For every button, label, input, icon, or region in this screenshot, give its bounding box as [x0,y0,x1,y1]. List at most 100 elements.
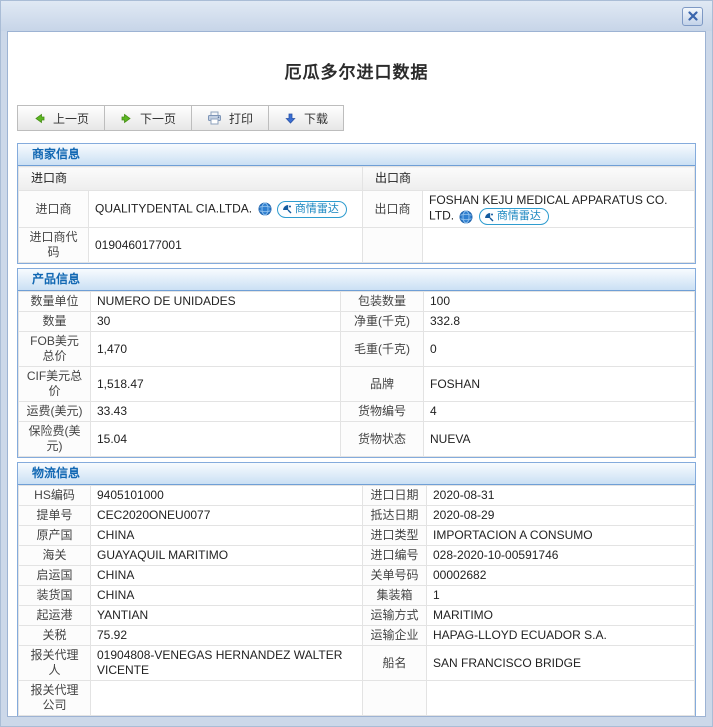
field-value: IMPORTACION A CONSUMO [426,525,695,546]
field-value: 1,470 [90,331,341,367]
field-value: MARITIMO [426,605,695,626]
table-row: 起运港 YANTIAN 运输方式 MARITIMO [18,605,695,626]
field-value: SAN FRANCISCO BRIDGE [426,645,695,681]
importer-name: QUALITYDENTAL CIA.LTDA. [95,201,253,216]
field-label: FOB美元总价 [18,331,91,367]
table-row: 装货国 CHINA 集装箱 1 [18,585,695,606]
field-value [422,227,695,263]
field-label: 海关 [18,545,91,566]
table-row: FOB美元总价 1,470 毛重(千克) 0 [18,331,695,367]
field-label: 原产国 [18,525,91,546]
field-value: CHINA [90,525,363,546]
field-label: 抵达日期 [362,505,427,526]
arrow-left-icon [35,113,45,123]
table-row: 运费(美元) 33.43 货物编号 4 [18,401,695,422]
next-page-button[interactable]: 下一页 [104,105,193,131]
arrow-right-icon [121,113,131,123]
close-icon [687,11,698,21]
field-value: 01904808-VENEGAS HERNANDEZ WALTER VICENT… [90,645,363,681]
field-value: 1,518.47 [90,366,341,402]
download-label: 下载 [304,111,329,126]
field-value: NUMERO DE UNIDADES [90,291,341,312]
field-label: 货物编号 [340,401,424,422]
field-value: 0190460177001 [87,227,364,263]
table-row: HS编码 9405101000 进口日期 2020-08-31 [18,485,695,506]
field-label: 净重(千克) [340,311,424,332]
product-section-title: 产品信息 [18,269,695,291]
field-value: 75.92 [90,625,363,646]
exporter-value-cell: FOSHAN KEJU MEDICAL APPARATUS CO. LTD. 商… [422,190,695,228]
print-button[interactable]: 打印 [191,105,270,131]
field-value: 2020-08-31 [426,485,695,506]
arrow-down-icon [285,113,296,124]
next-page-label: 下一页 [140,111,177,126]
badge-label: 商情雷达 [294,202,339,215]
field-label: HS编码 [18,485,91,506]
table-row: CIF美元总价 1,518.47 品牌 FOSHAN [18,366,695,402]
field-label: 出口商 [362,190,424,228]
field-value [90,680,363,716]
field-label: 集装箱 [362,585,427,606]
radar-icon [282,205,292,214]
printer-icon [208,111,222,125]
download-button[interactable]: 下载 [268,105,345,131]
page-title: 厄瓜多尔进口数据 [284,63,429,82]
importer-group-header: 进口商 [17,166,364,191]
table-row: 启运国 CHINA 关单号码 00002682 [18,565,695,586]
field-label: 数量单位 [18,291,91,312]
section-logistics: 物流信息 HS编码 9405101000 进口日期 2020-08-31 提单号… [17,462,696,716]
field-value: 33.43 [90,401,341,422]
exporter-group-header: 出口商 [362,166,695,191]
table-row: 数量 30 净重(千克) 332.8 [18,311,695,332]
field-label: 提单号 [18,505,91,526]
field-label: 运输企业 [362,625,427,646]
field-label: 关单号码 [362,565,427,586]
business-radar-badge[interactable]: 商情雷达 [276,200,347,218]
field-label: 关税 [18,625,91,646]
radar-icon [484,212,494,221]
badge-label: 商情雷达 [496,210,541,222]
field-label: 装货国 [18,585,91,606]
field-label: 进口商 [18,190,89,228]
title-bar [1,1,712,31]
prev-page-button[interactable]: 上一页 [17,105,106,131]
section-product: 产品信息 数量单位 NUMERO DE UNIDADES 包装数量 100 数量… [17,268,696,458]
field-label [362,680,427,716]
table-row: 关税 75.92 运输企业 HAPAG-LLOYD ECUADOR S.A. [18,625,695,646]
table-row: 报关代理公司 [18,680,695,716]
field-label: 进口编号 [362,545,427,566]
field-value: HAPAG-LLOYD ECUADOR S.A. [426,625,695,646]
field-label: 包装数量 [340,291,424,312]
field-label: 进口日期 [362,485,427,506]
globe-icon[interactable] [459,210,473,224]
field-value: 15.04 [90,421,341,457]
field-value [426,680,695,716]
table-row: 报关代理人 01904808-VENEGAS HERNANDEZ WALTER … [18,645,695,681]
field-label: 启运国 [18,565,91,586]
field-label: 毛重(千克) [340,331,424,367]
field-value: GUAYAQUIL MARITIMO [90,545,363,566]
field-value: 00002682 [426,565,695,586]
print-label: 打印 [229,111,254,126]
dialog-window: 厄瓜多尔进口数据 上一页 下一页 打印 下载 商家信息 进口商 出口商 进口商 … [0,0,713,727]
business-radar-badge[interactable]: 商情雷达 [478,208,549,225]
importer-value-cell: QUALITYDENTAL CIA.LTDA. 商情雷达 [87,190,364,228]
field-value: 30 [90,311,341,332]
field-value: 0 [423,331,695,367]
field-label: 货物状态 [340,421,424,457]
section-merchant: 商家信息 进口商 出口商 进口商 QUALITYDENTAL CIA.LTDA. [17,143,696,264]
field-value: 1 [426,585,695,606]
field-label: 进口类型 [362,525,427,546]
field-label: 报关代理公司 [18,680,91,716]
field-value: CHINA [90,565,363,586]
field-label: 数量 [18,311,91,332]
merchant-section-title: 商家信息 [18,144,695,166]
table-row: 提单号 CEC2020ONEU0077 抵达日期 2020-08-29 [18,505,695,526]
prev-page-label: 上一页 [53,111,90,126]
product-table: 数量单位 NUMERO DE UNIDADES 包装数量 100 数量 30 净… [18,291,695,457]
close-button[interactable] [682,6,703,26]
globe-icon[interactable] [258,202,272,216]
field-value: CEC2020ONEU0077 [90,505,363,526]
table-row: 进口商 QUALITYDENTAL CIA.LTDA. 商情雷达 出口商 FOS… [18,190,695,228]
field-label: 起运港 [18,605,91,626]
